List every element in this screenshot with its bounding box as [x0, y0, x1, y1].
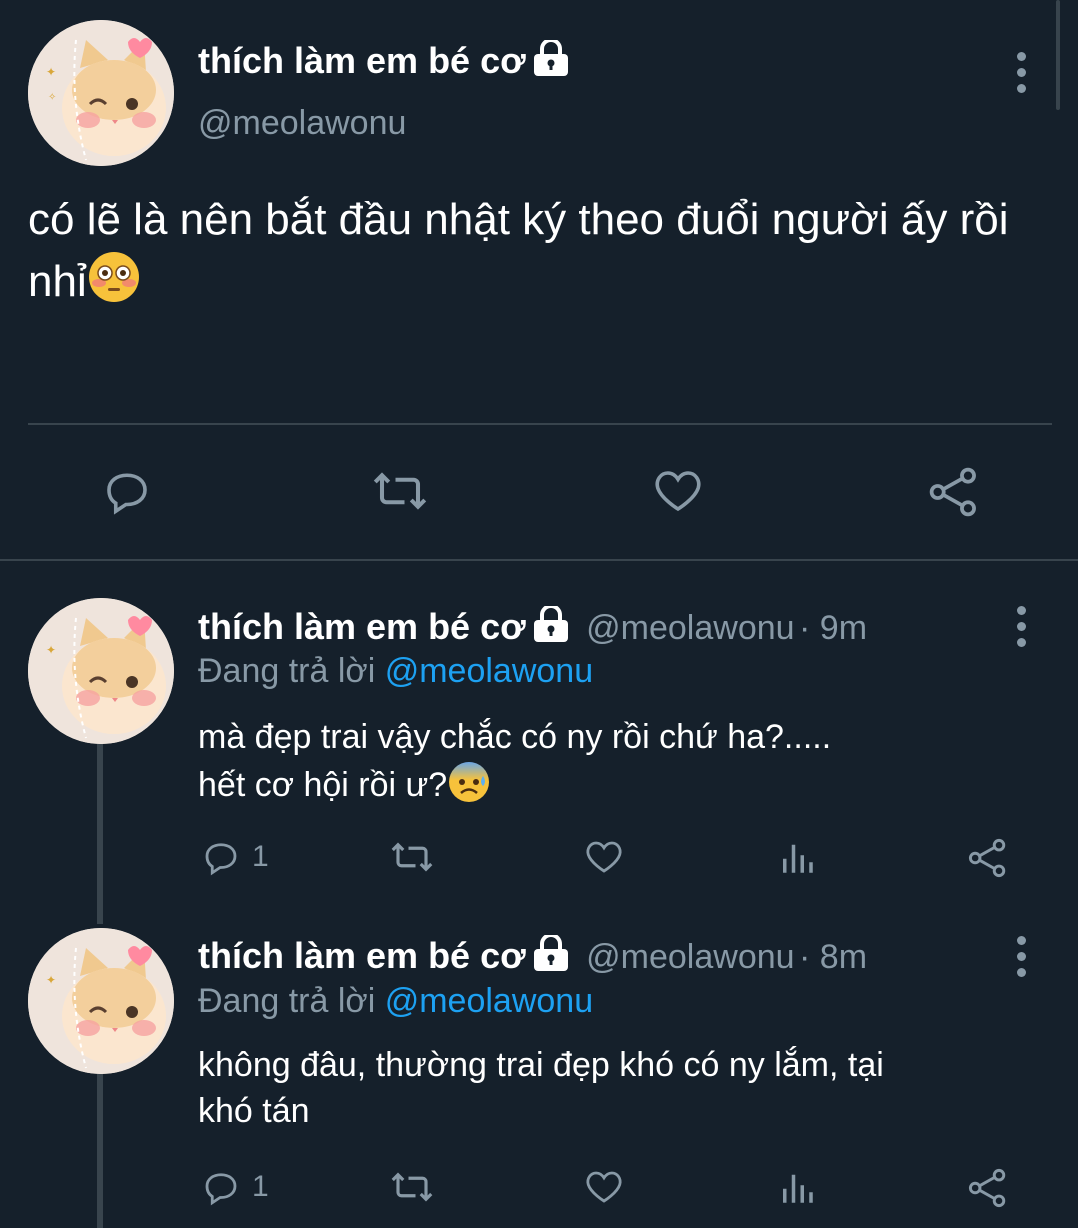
- replying-to-mention[interactable]: @meolawonu: [385, 652, 593, 690]
- heart-icon: [655, 471, 701, 512]
- share-button[interactable]: [966, 1166, 1010, 1210]
- svg-text:✦: ✦: [46, 65, 56, 79]
- thread-connector-line: [97, 744, 103, 924]
- share-button[interactable]: [926, 464, 982, 520]
- analytics-icon: [783, 844, 813, 873]
- reply-display-name[interactable]: thích làm em bé cơ: [198, 606, 526, 647]
- reply-header: thích làm em bé cơ @meolawonu · 9m: [198, 604, 867, 648]
- anxious-face-with-sweat-emoji: [447, 760, 491, 816]
- reply-icon: [205, 843, 237, 876]
- retweet-button[interactable]: [386, 836, 438, 878]
- retweet-icon: [391, 842, 433, 872]
- reply-button[interactable]: 1: [200, 836, 269, 878]
- more-options-icon[interactable]: [1011, 52, 1031, 100]
- flushed-face-emoji: [87, 250, 141, 320]
- analytics-icon: [783, 1174, 813, 1203]
- reply-display-name[interactable]: thích làm em bé cơ: [198, 935, 526, 976]
- replying-to-line: Đang trả lời @meolawonu: [198, 652, 594, 690]
- author-display-name[interactable]: thích làm em bé cơ: [198, 38, 570, 85]
- reply-timestamp[interactable]: · 9m: [799, 609, 867, 647]
- author-handle[interactable]: @meolawonu: [198, 104, 406, 143]
- thread-connector-line: [97, 1074, 103, 1228]
- reply-count: 1: [252, 1170, 269, 1203]
- retweet-icon: [373, 472, 427, 510]
- reply-count: 1: [252, 840, 269, 873]
- heart-icon: [586, 1171, 622, 1203]
- scrollbar-thumb[interactable]: [1056, 0, 1060, 110]
- reply-text: mà đẹp trai vậy chắc có ny rồi chứ ha?..…: [198, 714, 1058, 816]
- lock-icon: [532, 933, 570, 976]
- reply-header: thích làm em bé cơ @meolawonu · 8m: [198, 933, 867, 977]
- tweet-separator: [0, 559, 1078, 561]
- retweet-button[interactable]: [368, 464, 432, 518]
- replying-to-mention[interactable]: @meolawonu: [385, 982, 593, 1020]
- reply-timestamp[interactable]: · 8m: [799, 938, 867, 976]
- heart-icon: [586, 841, 622, 873]
- share-icon: [968, 838, 1006, 878]
- reply-button[interactable]: 1: [200, 1166, 269, 1208]
- share-icon: [968, 1168, 1006, 1208]
- reply-handle[interactable]: @meolawonu: [586, 609, 794, 647]
- share-icon: [929, 467, 976, 517]
- author-avatar[interactable]: ✦ ✧: [28, 20, 174, 166]
- reply-icon: [205, 1173, 237, 1206]
- replying-to-line: Đang trả lời @meolawonu: [198, 982, 594, 1020]
- svg-text:✦: ✦: [46, 643, 56, 657]
- reply-icon: [107, 473, 147, 515]
- display-name-text: thích làm em bé cơ: [198, 40, 526, 81]
- analytics-button[interactable]: [776, 1166, 818, 1208]
- lock-icon: [532, 604, 570, 647]
- more-options-icon[interactable]: [1011, 606, 1031, 654]
- share-button[interactable]: [966, 836, 1010, 880]
- reply-button[interactable]: [100, 464, 154, 518]
- more-options-icon[interactable]: [1011, 936, 1031, 984]
- like-button[interactable]: [582, 836, 626, 878]
- lock-icon: [532, 38, 570, 85]
- reply-avatar[interactable]: ✦: [28, 598, 174, 744]
- retweet-icon: [391, 1172, 433, 1202]
- like-button[interactable]: [650, 464, 706, 518]
- tweet-text: có lẽ là nên bắt đầu nhật ký theo đuổi n…: [28, 190, 1073, 320]
- svg-text:✦: ✦: [46, 973, 56, 987]
- like-button[interactable]: [582, 1166, 626, 1208]
- reply-handle[interactable]: @meolawonu: [586, 938, 794, 976]
- analytics-button[interactable]: [776, 836, 818, 878]
- retweet-button[interactable]: [386, 1166, 438, 1208]
- reply-text: không đâu, thường trai đẹp khó có ny lắm…: [198, 1046, 884, 1130]
- action-bar-divider: [28, 423, 1052, 425]
- svg-text:✧: ✧: [48, 92, 56, 103]
- reply-avatar[interactable]: ✦: [28, 928, 174, 1074]
